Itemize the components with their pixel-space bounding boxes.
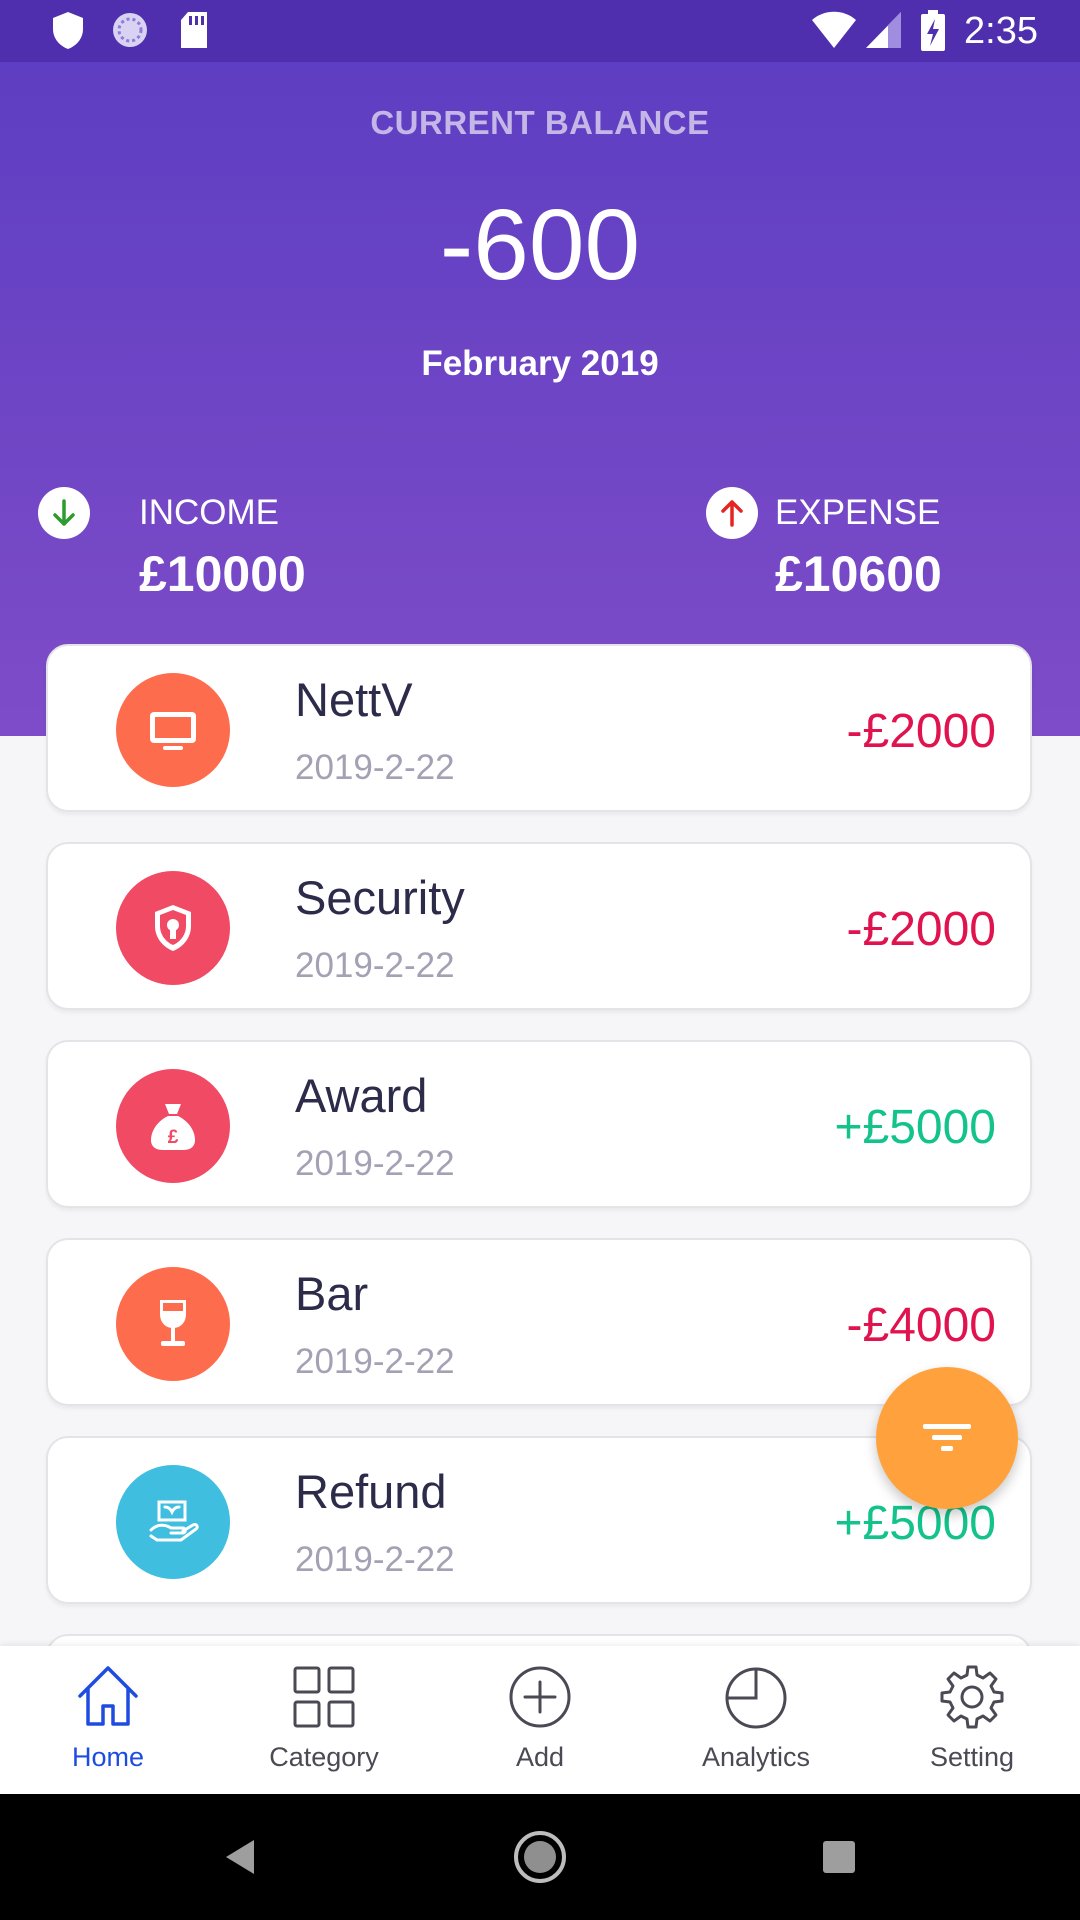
- svg-text:£: £: [168, 1127, 179, 1148]
- transaction-amount: -£2000: [846, 903, 996, 956]
- shield-lock-icon: [116, 871, 230, 985]
- transaction-date: 2019-2-22: [295, 748, 455, 787]
- transaction-card[interactable]: £ Award 2019-2-22 +£5000: [46, 1040, 1032, 1208]
- system-navigation-bar: [0, 1794, 1080, 1920]
- home-icon: [78, 1666, 138, 1726]
- filter-icon: [923, 1424, 971, 1451]
- nav-label: Setting: [929, 1742, 1015, 1772]
- filter-button[interactable]: [876, 1367, 1018, 1509]
- transaction-name: Security: [295, 871, 465, 924]
- recents-icon[interactable]: [822, 1840, 856, 1879]
- nav-analytics[interactable]: Analytics: [648, 1646, 864, 1794]
- transaction-card[interactable]: Security 2019-2-22 -£2000: [46, 842, 1032, 1010]
- nav-home[interactable]: Home: [0, 1646, 216, 1794]
- status-bar: 2:35: [0, 0, 1080, 62]
- transaction-date: 2019-2-22: [295, 1342, 455, 1381]
- transaction-date: 2019-2-22: [295, 1540, 455, 1579]
- nav-category[interactable]: Category: [216, 1646, 432, 1794]
- gear-icon: [940, 1665, 1004, 1729]
- transaction-date: 2019-2-22: [295, 946, 455, 985]
- transaction-name: Refund: [295, 1465, 447, 1518]
- balance-value: -600: [439, 189, 641, 301]
- balance-label: CURRENT BALANCE: [370, 104, 710, 141]
- shield-icon: [50, 10, 86, 55]
- income-value: £10000: [139, 546, 306, 602]
- transaction-date: 2019-2-22: [295, 1144, 455, 1183]
- balance-header: CURRENT BALANCE -600 February 2019 INCOM…: [0, 62, 1080, 736]
- nav-label: Home: [71, 1742, 145, 1772]
- expense-label: EXPENSE: [775, 493, 941, 532]
- transaction-amount: +£5000: [834, 1101, 996, 1154]
- money-bag-icon: £: [116, 1069, 230, 1183]
- hand-money-icon: [116, 1465, 230, 1579]
- nav-setting[interactable]: Setting: [864, 1646, 1080, 1794]
- transaction-name: NettV: [295, 673, 413, 726]
- back-icon[interactable]: [222, 1837, 258, 1882]
- clock: 2:35: [964, 10, 1038, 52]
- expense-value: £10600: [775, 546, 942, 602]
- sd-card-icon: [178, 10, 210, 55]
- sync-icon: [110, 10, 150, 55]
- pie-chart-icon: [725, 1667, 787, 1729]
- transaction-card[interactable]: Bar 2019-2-22 -£4000: [46, 1238, 1032, 1406]
- nav-label: Category: [269, 1742, 379, 1772]
- plus-circle-icon: [509, 1666, 571, 1728]
- transaction-card[interactable]: NettV 2019-2-22 -£2000: [46, 644, 1032, 812]
- income-label: INCOME: [139, 493, 279, 532]
- nav-label: Analytics: [701, 1742, 811, 1772]
- nav-label: Add: [515, 1742, 565, 1772]
- transaction-amount: -£2000: [846, 705, 996, 758]
- wifi-icon: [810, 10, 858, 55]
- wine-glass-icon: [116, 1267, 230, 1381]
- month-selector[interactable]: February 2019: [0, 344, 1080, 384]
- app-screen: 2:35 CURRENT BALANCE -600 February 2019 …: [0, 0, 1080, 1920]
- transaction-name: Bar: [295, 1267, 369, 1320]
- expense-arrow-icon: [706, 487, 758, 539]
- nav-add[interactable]: Add: [432, 1646, 648, 1794]
- home-circle-icon[interactable]: [512, 1829, 568, 1890]
- transaction-amount: -£4000: [846, 1299, 996, 1352]
- transaction-name: Award: [295, 1069, 428, 1122]
- battery-charging-icon: [920, 10, 946, 57]
- signal-icon: [864, 10, 904, 55]
- grid-icon: [293, 1666, 355, 1728]
- income-arrow-icon: [38, 487, 90, 539]
- tv-icon: [116, 673, 230, 787]
- bottom-navigation: Home Category Add Analytics Setting: [0, 1646, 1080, 1794]
